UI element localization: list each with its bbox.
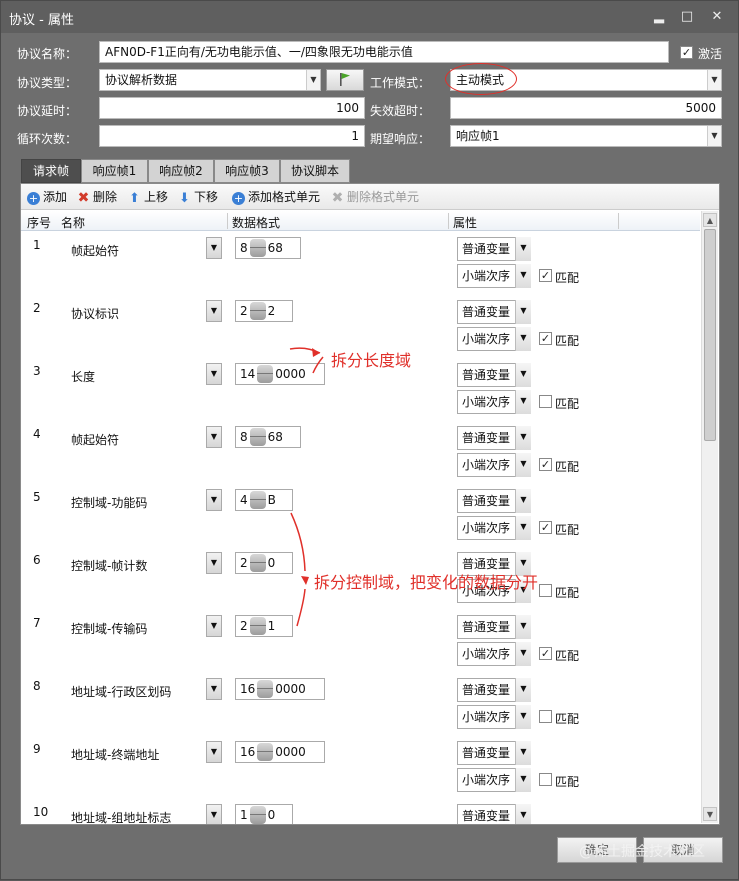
- protocol-properties-window: 协议 - 属性 ▂ □ ✕ 协议名称： AFN0D-F1正向有/无功电能示值、一…: [0, 0, 739, 880]
- annotation-split-control: 拆分控制域，把变化的数据分开: [314, 573, 539, 592]
- annotation-split-length: 拆分长度域: [331, 351, 412, 370]
- annotation-arrows: [289, 347, 324, 627]
- watermark: @稀土掘金技术社区: [579, 844, 705, 860]
